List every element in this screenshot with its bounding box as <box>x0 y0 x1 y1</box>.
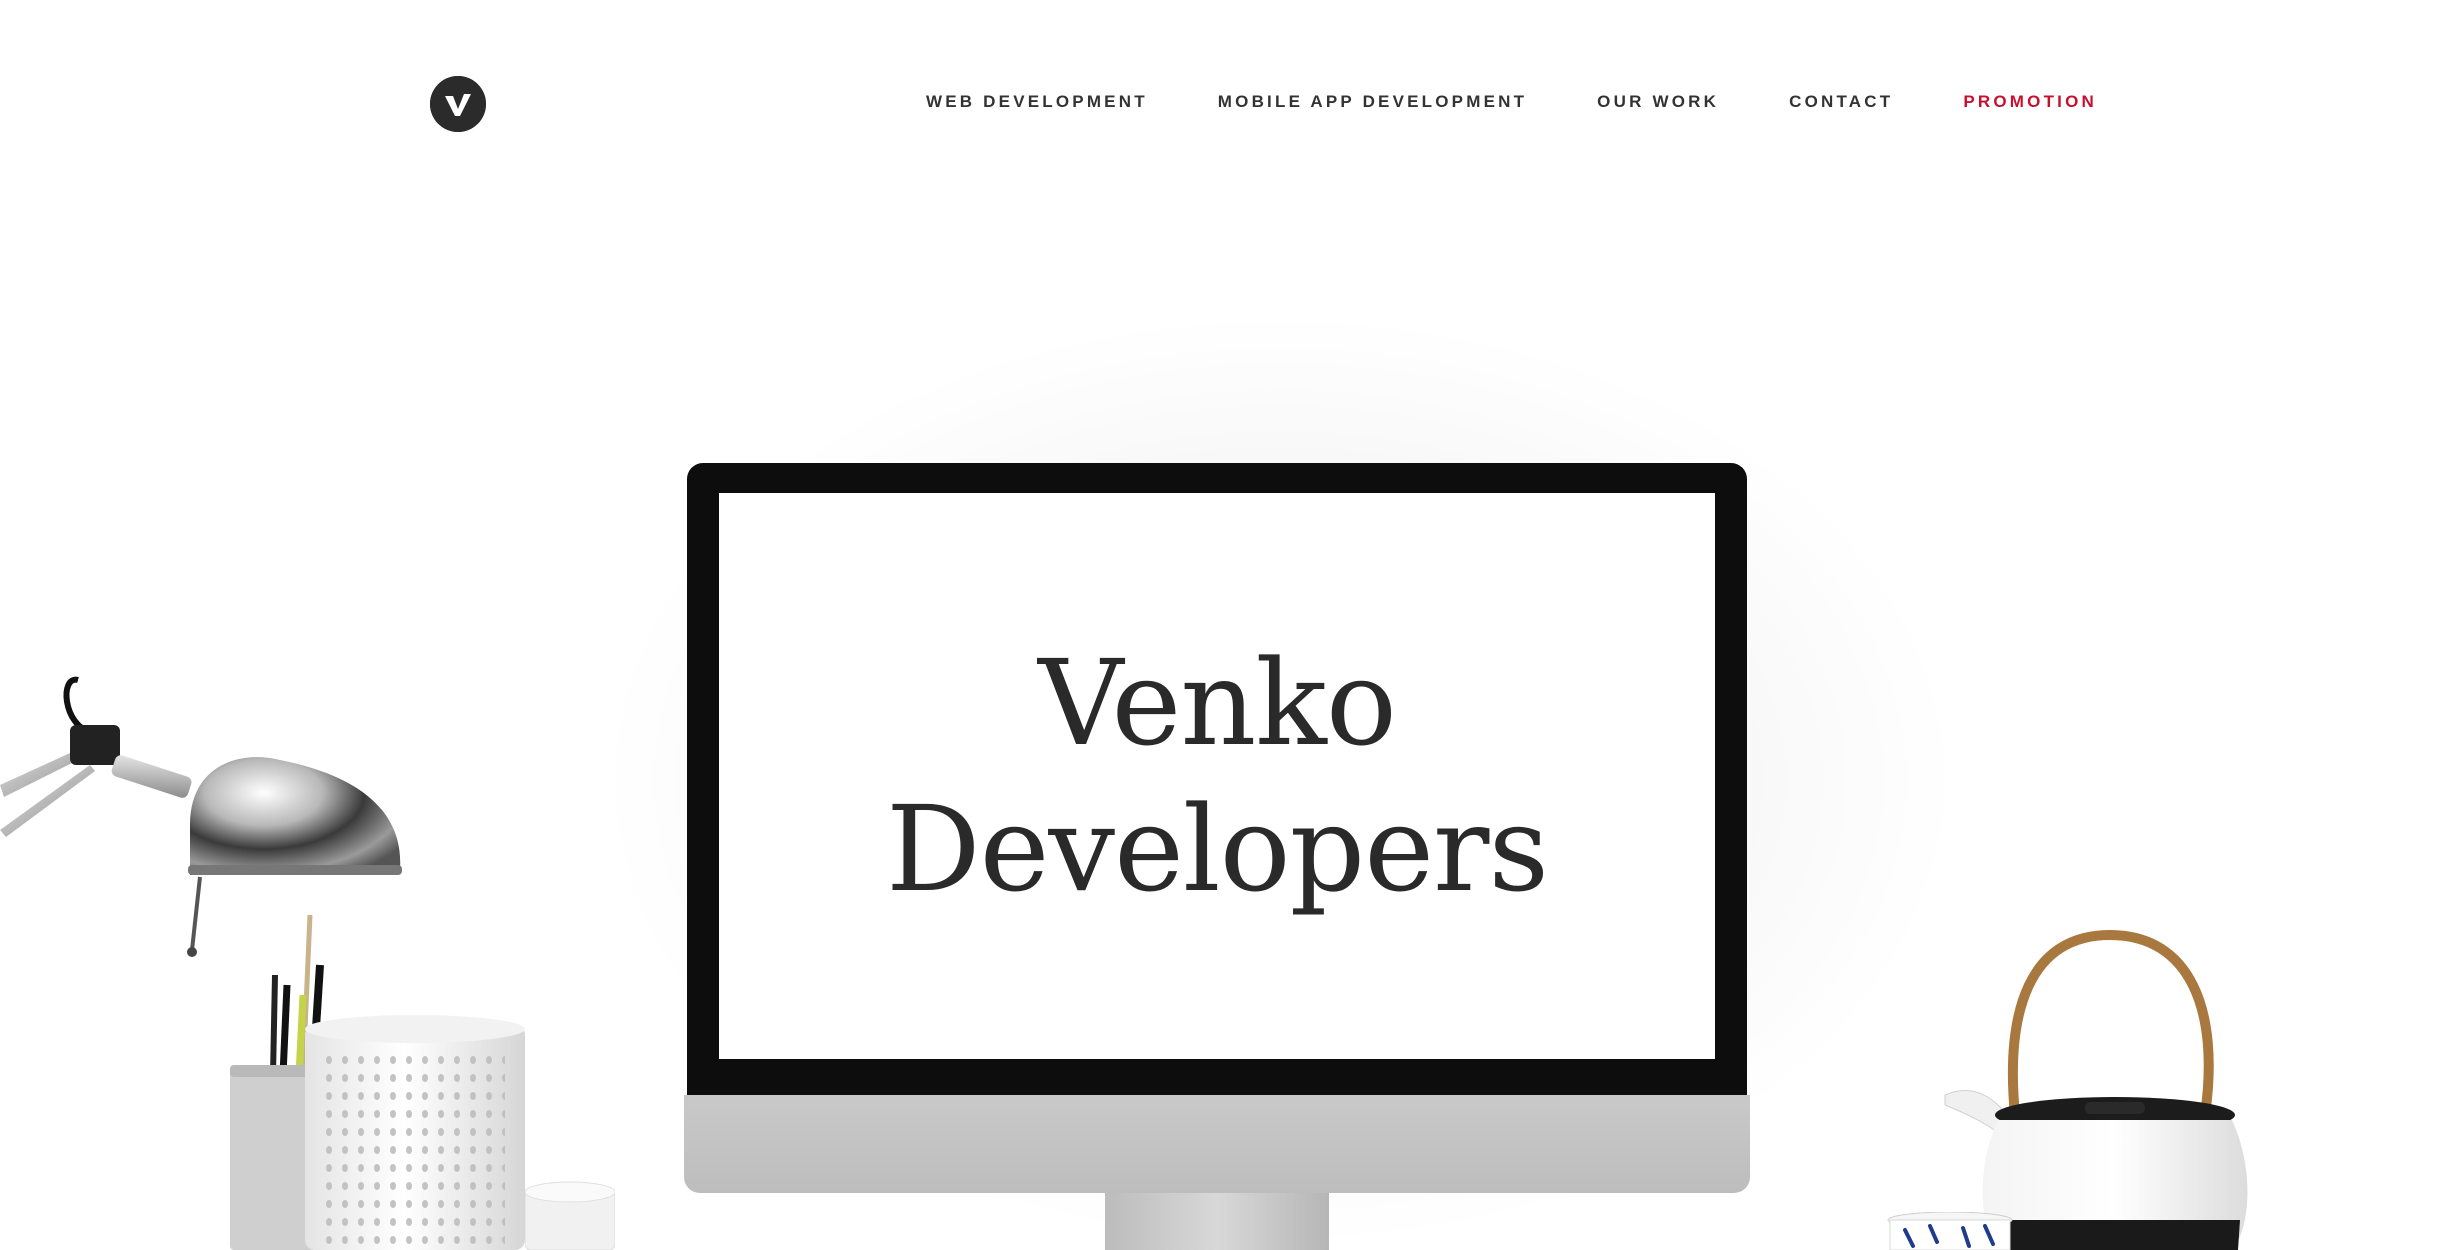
monitor-stand <box>1105 1193 1329 1250</box>
site-header: WEB DEVELOPMENT MOBILE APP DEVELOPMENT O… <box>0 0 2437 210</box>
desk-lamp-icon <box>0 676 402 957</box>
perforated-vase-icon <box>305 1015 525 1250</box>
venko-v-logo-icon <box>430 76 486 132</box>
nav-mobile-app-development[interactable]: MOBILE APP DEVELOPMENT <box>1218 92 1527 112</box>
teapot-icon <box>1944 930 2248 1250</box>
hero-title: Venko Developers <box>719 493 1715 1059</box>
monitor: Venko Developers <box>684 463 1750 1193</box>
nav-web-development[interactable]: WEB DEVELOPMENT <box>926 92 1148 112</box>
monitor-chin <box>684 1095 1750 1193</box>
logo-link[interactable] <box>430 76 486 132</box>
monitor-screen: Venko Developers <box>719 493 1715 1059</box>
nav-contact[interactable]: CONTACT <box>1789 92 1893 112</box>
nav-our-work[interactable]: OUR WORK <box>1597 92 1719 112</box>
teacup-icon <box>1887 1212 2013 1250</box>
page: WEB DEVELOPMENT MOBILE APP DEVELOPMENT O… <box>0 0 2437 1250</box>
main-nav: WEB DEVELOPMENT MOBILE APP DEVELOPMENT O… <box>926 92 2097 112</box>
nav-promotion[interactable]: PROMOTION <box>1963 92 2097 112</box>
hero-title-line1: Venko <box>1038 634 1397 772</box>
hero-title-line2: Developers <box>885 780 1549 918</box>
small-dish-icon <box>525 1181 615 1250</box>
